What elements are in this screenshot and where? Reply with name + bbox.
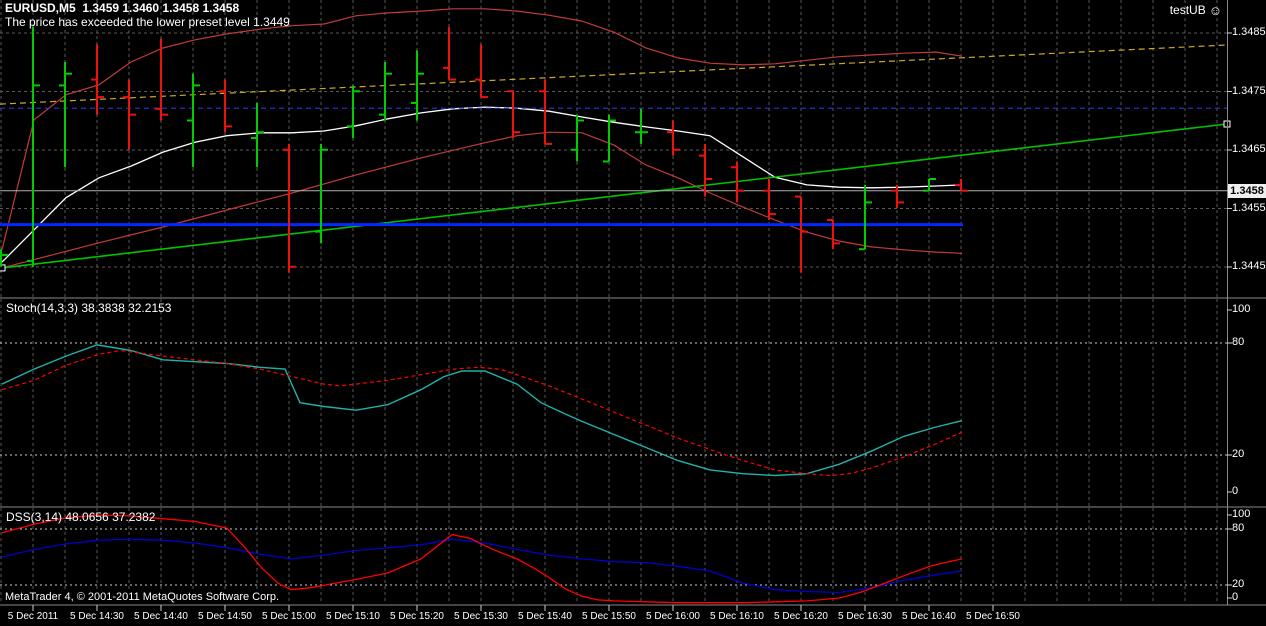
- time-axis-label: 5 Dec 16:10: [705, 611, 769, 622]
- time-axis-label: 5 Dec 15:30: [449, 611, 513, 622]
- time-axis-label: 5 Dec 16:50: [961, 611, 1025, 622]
- stoch-axis-label: 20: [1232, 448, 1244, 460]
- ohlc-bar: [763, 179, 776, 220]
- ohlc-bar: [923, 179, 936, 191]
- dss-axis-label: 0: [1232, 591, 1238, 603]
- ohlc-bar: [955, 179, 968, 191]
- time-axis-label: 5 Dec 15:10: [321, 611, 385, 622]
- ohlc-bar: [123, 80, 136, 150]
- trendline-yellow-dashed: [0, 45, 1227, 104]
- time-axis-label: 5 Dec 14:30: [65, 611, 129, 622]
- dss-axis-label: 20: [1232, 578, 1244, 590]
- time-axis-label: 5 Dec 15:20: [385, 611, 449, 622]
- ohlc-bar: [347, 85, 360, 138]
- time-axis-label: 5 Dec 14:40: [129, 611, 193, 622]
- panel-borders: [0, 0, 1266, 605]
- time-axis-label: 5 Dec 2011: [1, 611, 65, 622]
- ohlc-bar: [27, 27, 40, 267]
- ohlc-bar: [315, 144, 328, 243]
- stoch-axis-label: 80: [1232, 336, 1244, 348]
- mt4-chart-window: EURUSD,M5 1.3459 1.3460 1.3458 1.3458 Th…: [0, 0, 1266, 626]
- bollinger-lower: [2, 132, 962, 268]
- time-axis-label: 5 Dec 16:40: [897, 611, 961, 622]
- price-axis-label: 1.3455: [1232, 202, 1266, 214]
- ohlc-bar: [795, 197, 808, 273]
- grid-lines: [0, 0, 1227, 604]
- ma-white: [2, 107, 962, 262]
- dss-axis-label: 100: [1232, 508, 1250, 520]
- ohlc-bar: [891, 185, 904, 208]
- price-axis-label: 1.3485: [1232, 26, 1266, 38]
- dss-axis-label: 80: [1232, 522, 1244, 534]
- price-axis-label: 1.3465: [1232, 143, 1266, 155]
- ohlc-bar: [187, 74, 200, 168]
- time-axis-label: 5 Dec 16:30: [833, 611, 897, 622]
- ohlc-bar: [475, 44, 488, 97]
- ohlc-bar: [859, 185, 872, 249]
- chart-canvas[interactable]: [0, 0, 1266, 626]
- ohlc-bar: [219, 80, 232, 133]
- ohlc-bar: [91, 44, 104, 114]
- stoch-axis-label: 0: [1232, 485, 1238, 497]
- price-axis-label: 1.3445: [1232, 260, 1266, 272]
- price-axis-label: 1.3475: [1232, 85, 1266, 97]
- time-axis-label: 5 Dec 16:00: [641, 611, 705, 622]
- time-axis-label: 5 Dec 15:40: [513, 611, 577, 622]
- time-axis-label: 5 Dec 15:50: [577, 611, 641, 622]
- current-price-tag: 1.3458: [1228, 184, 1266, 198]
- ohlc-bar: [443, 27, 456, 80]
- time-axis-label: 5 Dec 15:00: [257, 611, 321, 622]
- ohlc-bar: [59, 62, 72, 167]
- axis-ticks: [33, 33, 1232, 611]
- ohlc-bar: [571, 115, 584, 162]
- stoch-signal: [2, 351, 962, 476]
- ohlc-bar: [507, 91, 520, 138]
- ohlc-bar: [251, 103, 264, 167]
- time-axis-label: 5 Dec 16:20: [769, 611, 833, 622]
- smiley-icon[interactable]: ☺: [1209, 4, 1222, 17]
- stoch-series: [2, 345, 962, 476]
- expert-advisor-name: testUB: [1170, 4, 1206, 17]
- dss-red: [2, 515, 962, 603]
- ohlc-bar: [411, 50, 424, 120]
- main-chart-lines: [0, 9, 1227, 268]
- indicator-level-lines: [0, 343, 1227, 585]
- dss-series: [2, 515, 962, 603]
- stoch-main: [2, 345, 962, 476]
- expert-advisor-badge[interactable]: testUB ☺: [1170, 4, 1222, 17]
- time-axis-label: 5 Dec 14:50: [193, 611, 257, 622]
- stoch-axis-label: 100: [1232, 303, 1250, 315]
